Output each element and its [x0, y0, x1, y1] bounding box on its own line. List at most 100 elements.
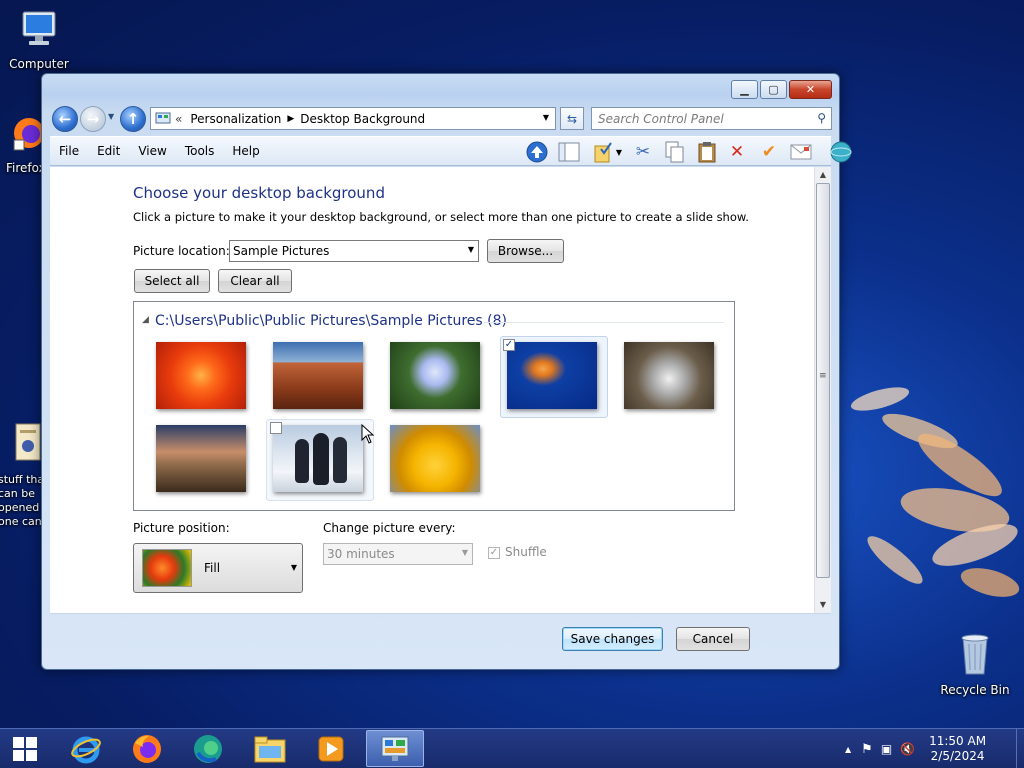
scroll-up-icon[interactable]: ▲	[815, 168, 831, 182]
picture-position-select[interactable]: Fill ▼	[133, 543, 303, 593]
toolbar-up-button[interactable]	[524, 140, 550, 164]
toolbar-cut-button[interactable]: ✂	[630, 140, 656, 164]
shuffle-checkbox[interactable]: ✓	[488, 547, 500, 559]
menu-tools[interactable]: Tools	[176, 144, 224, 158]
toolbar-properties-button[interactable]: ✔	[756, 140, 782, 164]
show-desktop-button[interactable]	[1016, 729, 1024, 768]
toolbar-email-button[interactable]	[788, 140, 814, 164]
toolbar-delete-button[interactable]: ✕	[724, 140, 750, 164]
desktop-icon-firefox[interactable]: Firefox	[0, 116, 46, 175]
breadcrumb-item-desktop-background[interactable]: Desktop Background	[300, 112, 425, 126]
checkmark-icon: ✓	[489, 547, 499, 558]
cancel-button[interactable]: Cancel	[676, 627, 750, 651]
save-changes-button[interactable]: Save changes	[562, 627, 663, 651]
up-button[interactable]: ↑	[120, 106, 146, 132]
taskbar-media-player[interactable]	[303, 731, 359, 767]
collapse-group-icon[interactable]: ◢	[142, 315, 149, 325]
control-panel-window: ▁ ▢ ✕ ← → ▼ ↑ « Personalization ▶ Deskto…	[41, 73, 852, 670]
folder-check-icon	[594, 142, 612, 163]
picture-location-value: Sample Pictures	[233, 244, 330, 258]
desktop-icon-recycle-bin[interactable]: Recycle Bin	[938, 630, 1012, 697]
recent-pages-dropdown[interactable]: ▼	[108, 112, 114, 121]
address-bar[interactable]: « Personalization ▶ Desktop Background ▼	[150, 107, 556, 130]
picture-thumbnail[interactable]	[507, 342, 597, 409]
clear-all-button[interactable]: Clear all	[218, 269, 292, 293]
penguin-shape	[295, 439, 309, 483]
minimize-icon: ▁	[740, 83, 749, 96]
picture-thumbnail[interactable]	[273, 425, 363, 492]
group-header[interactable]: C:\Users\Public\Public Pictures\Sample P…	[155, 313, 507, 329]
up-arrow-icon: ↑	[126, 110, 140, 128]
picture-location-select[interactable]: Sample Pictures ▼	[229, 240, 479, 262]
taskbar-firefox[interactable]	[119, 731, 175, 767]
page-subtitle: Click a picture to make it your desktop …	[133, 210, 749, 224]
position-preview-icon	[142, 549, 192, 587]
maximize-button[interactable]: ▢	[760, 80, 787, 99]
window-caption-buttons: ▁ ▢ ✕	[731, 80, 832, 99]
copy-icon	[665, 141, 684, 163]
taskbar-edge[interactable]	[180, 731, 236, 767]
internet-explorer-icon	[71, 736, 101, 764]
menu-edit[interactable]: Edit	[88, 144, 129, 158]
globe-icon	[830, 141, 852, 163]
checkmark-icon: ✔	[761, 142, 777, 162]
picture-thumbnail[interactable]	[273, 342, 363, 409]
action-center-flag-icon[interactable]: ⚑	[861, 742, 873, 757]
computer-icon	[22, 11, 56, 45]
picture-checkbox[interactable]	[270, 422, 282, 434]
search-icon[interactable]: ⚲	[817, 111, 826, 125]
clock[interactable]: 11:50 AM 2/5/2024	[929, 734, 986, 764]
picture-thumbnail[interactable]	[156, 342, 246, 409]
refresh-icon: ⇆	[566, 111, 578, 126]
close-icon: ✕	[805, 83, 816, 96]
penguin-shape	[333, 437, 347, 483]
picture-checkbox-checked[interactable]: ✓	[503, 339, 515, 351]
scroll-down-icon[interactable]: ▼	[815, 598, 831, 612]
toolbar-paste-button[interactable]	[694, 140, 720, 164]
picture-thumbnail[interactable]	[156, 425, 246, 492]
menu-help[interactable]: Help	[223, 144, 268, 158]
picture-thumbnail[interactable]	[390, 342, 480, 409]
dialog-footer: Save changes Cancel	[50, 614, 831, 664]
up-circle-icon	[526, 141, 548, 163]
show-hidden-icons-button[interactable]: ▲	[845, 745, 851, 754]
refresh-button[interactable]: ⇆	[560, 107, 584, 130]
picture-thumbnail[interactable]	[624, 342, 714, 409]
close-button[interactable]: ✕	[789, 80, 832, 99]
toolbar-folders-dropdown[interactable]: ▼	[612, 140, 626, 164]
desktop-icon-shortcut[interactable]: stuff that can be opened in one can	[0, 422, 44, 529]
control-panel-icon	[381, 736, 409, 761]
address-dropdown-icon[interactable]: ▼	[543, 113, 549, 122]
select-all-button[interactable]: Select all	[134, 269, 210, 293]
change-every-select[interactable]: 30 minutes ▼	[323, 543, 473, 565]
picture-thumbnail[interactable]	[390, 425, 480, 492]
clock-time: 11:50 AM	[929, 734, 987, 748]
breadcrumb-separator-icon[interactable]: ▶	[287, 114, 294, 124]
start-button[interactable]	[0, 731, 50, 767]
taskbar-control-panel-active[interactable]	[366, 730, 424, 767]
browse-button[interactable]: Browse...	[487, 239, 564, 263]
shuffle-label: Shuffle	[505, 545, 547, 559]
menu-view[interactable]: View	[129, 144, 175, 158]
toolbar-globe-button[interactable]	[828, 140, 854, 164]
minimize-button[interactable]: ▁	[731, 80, 758, 99]
back-button[interactable]: ←	[52, 106, 78, 132]
picture-location-label: Picture location:	[133, 244, 230, 258]
menu-file[interactable]: File	[50, 144, 88, 158]
volume-muted-icon[interactable]: 🔇	[900, 742, 915, 756]
taskbar-internet-explorer[interactable]	[58, 731, 114, 767]
forward-button[interactable]: →	[80, 106, 106, 132]
media-player-icon	[318, 736, 344, 762]
panes-icon	[558, 142, 580, 162]
taskbar-file-explorer[interactable]	[242, 731, 298, 767]
breadcrumb-overflow[interactable]: «	[175, 112, 182, 126]
taskbar: ▲ ⚑ ▣ 🔇 11:50 AM 2/5/2024	[0, 728, 1024, 768]
desktop-icon-computer[interactable]: Computer	[2, 8, 76, 71]
vertical-scrollbar[interactable]: ▲ ≡ ▼	[814, 167, 831, 613]
picture-position-value: Fill	[204, 561, 221, 575]
search-input[interactable]: Search Control Panel ⚲	[591, 107, 832, 130]
toolbar-copy-button[interactable]	[662, 140, 688, 164]
breadcrumb-item-personalization[interactable]: Personalization	[190, 112, 281, 126]
toolbar-panes-button[interactable]	[556, 140, 582, 164]
network-icon[interactable]: ▣	[881, 742, 892, 756]
